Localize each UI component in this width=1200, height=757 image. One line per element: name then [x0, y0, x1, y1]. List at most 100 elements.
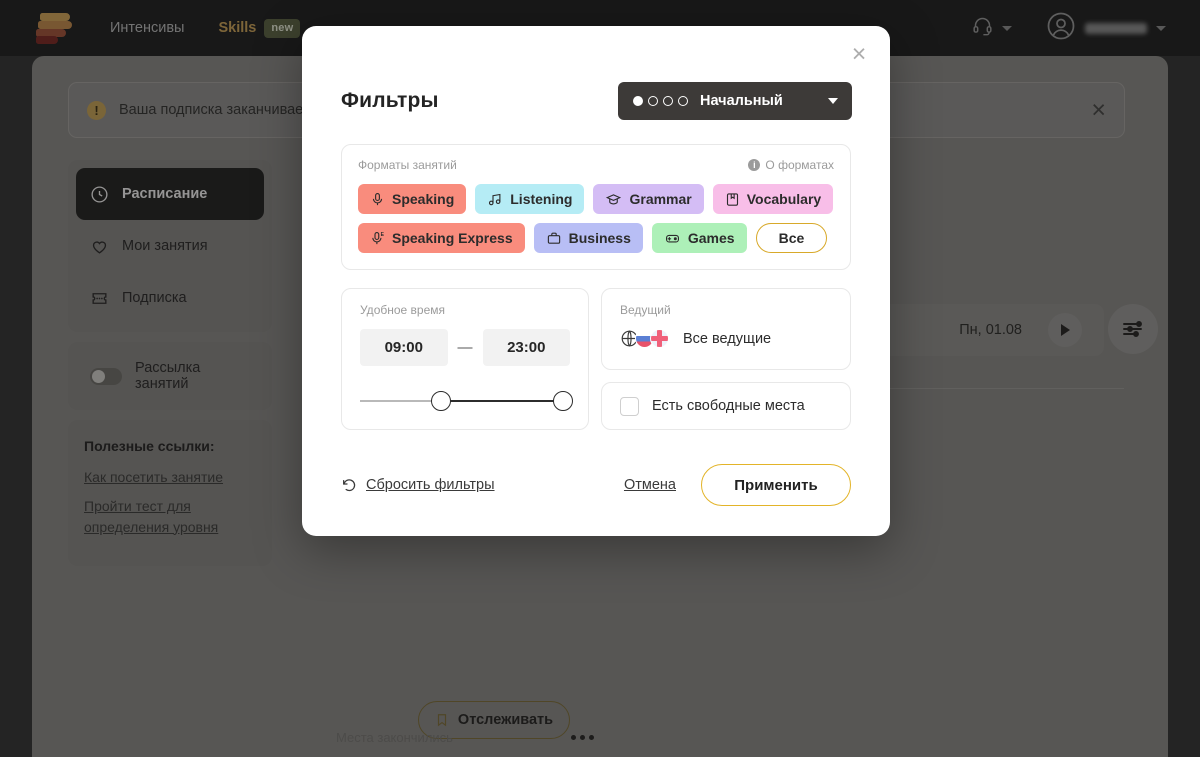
book-icon	[726, 192, 738, 206]
class-card[interactable]: Отслеживать Места закончились	[310, 536, 620, 757]
tag-label: Listening	[510, 191, 573, 207]
formats-panel-header: Форматы занятий i О форматах	[358, 158, 834, 172]
track-button-label: Отслеживать	[457, 712, 554, 728]
chevron-down-icon	[828, 98, 838, 104]
sidebar-item-label: Подписка	[122, 290, 187, 306]
ticket-icon	[92, 292, 107, 304]
topbar-right-group	[972, 11, 1166, 46]
slider-handle-end[interactable]	[553, 391, 574, 411]
open-filters-button[interactable]	[1108, 304, 1158, 354]
format-tag-grammar[interactable]: Grammar	[593, 184, 704, 214]
host-flags-group	[620, 329, 669, 348]
right-column: Ведущий Все ведущие Есть свободные места	[601, 288, 851, 430]
formats-label: Форматы занятий	[358, 158, 457, 172]
support-menu[interactable]	[972, 15, 1012, 41]
link-level-test[interactable]: Пройти тест для определения уровня	[84, 496, 256, 537]
format-tag-speaking[interactable]: Speaking	[358, 184, 467, 214]
sidebar: Расписание Мои занятия Подписка Рассылка…	[68, 160, 272, 566]
seats-status: Места закончились	[336, 730, 453, 745]
useful-links-title: Полезные ссылки:	[84, 438, 215, 454]
microphone-express-icon: E	[372, 231, 385, 244]
class-card-footer: Места закончились	[336, 730, 594, 745]
format-tag-games[interactable]: Games	[651, 223, 747, 253]
sidebar-newsletter-card: Рассылка занятий	[68, 342, 272, 410]
host-row: Все ведущие	[620, 329, 832, 348]
gamepad-icon	[665, 234, 679, 242]
svg-text:E: E	[381, 232, 385, 238]
new-badge: new	[264, 18, 301, 38]
modal-title: Фильтры	[341, 89, 439, 112]
format-tag-all[interactable]: Все	[755, 223, 828, 253]
undo-icon	[343, 479, 356, 492]
time-panel-label: Удобное время	[360, 303, 446, 317]
app-root: Интенсивы Skills new ! Ваша подписка зак…	[0, 0, 1200, 757]
format-tag-vocabulary[interactable]: Vocabulary	[712, 184, 834, 214]
host-panel-label: Ведущий	[620, 303, 671, 317]
time-separator: —	[457, 339, 473, 356]
level-progress-dots	[633, 96, 688, 106]
convenient-time-panel: Удобное время 09:00 — 23:00	[341, 288, 589, 430]
free-seats-checkbox[interactable]	[620, 396, 639, 416]
nav-item-skills[interactable]: Skills new	[218, 18, 301, 38]
nav-skills-label: Skills	[218, 20, 257, 36]
tag-label: Все	[778, 230, 805, 246]
reset-filters-button[interactable]: Сбросить фильтры	[341, 477, 495, 493]
sidebar-item-label: Мои занятия	[122, 238, 208, 254]
chevron-down-icon	[1002, 25, 1012, 31]
footer-actions: Отмена Применить	[624, 464, 851, 506]
toggle-switch[interactable]	[90, 367, 122, 385]
tag-label: Business	[568, 230, 631, 246]
slider-fill	[437, 400, 560, 402]
time-range-slider[interactable]	[360, 391, 574, 411]
time-from-field[interactable]: 09:00	[360, 329, 448, 366]
clock-icon	[91, 185, 108, 203]
modal-header: Фильтры Начальный	[302, 26, 890, 120]
tag-label: Speaking Express	[392, 230, 513, 246]
filters-modal: × Фильтры Начальный Форматы занятий i О …	[302, 26, 890, 536]
about-formats-link[interactable]: i О форматах	[748, 158, 834, 172]
format-tag-speaking-express[interactable]: E Speaking Express	[358, 223, 525, 253]
host-panel[interactable]: Ведущий Все ведущие	[601, 288, 851, 370]
time-to-field[interactable]: 23:00	[482, 329, 570, 366]
newsletter-label: Рассылка занятий	[135, 360, 201, 392]
sidebar-item-label: Расписание	[122, 186, 208, 202]
sliders-icon	[1123, 321, 1142, 337]
graduation-cap-icon	[606, 193, 622, 204]
sidebar-item-my-classes[interactable]: Мои занятия	[76, 220, 264, 272]
user-avatar-icon	[1046, 11, 1076, 46]
info-icon: i	[748, 159, 761, 171]
about-formats-label: О форматах	[765, 158, 834, 172]
formats-row-1: Speaking Listening Grammar Vocabulary	[358, 184, 834, 214]
lower-panels: Удобное время 09:00 — 23:00 Ведущий Все …	[341, 288, 851, 430]
free-seats-label: Есть свободные места	[652, 398, 805, 414]
nav-item-intensives[interactable]: Интенсивы	[110, 20, 184, 36]
format-tag-business[interactable]: Business	[533, 223, 643, 253]
alert-message: Ваша подписка заканчивае	[119, 102, 304, 118]
microphone-icon	[372, 192, 383, 205]
tag-label: Games	[687, 230, 735, 246]
formats-panel: Форматы занятий i О форматах Speaking Li…	[341, 144, 851, 270]
apply-button[interactable]: Применить	[701, 464, 851, 506]
next-day-button[interactable]	[1048, 313, 1082, 347]
formats-row-2: E Speaking Express Business Games Все	[358, 223, 834, 253]
free-seats-panel[interactable]: Есть свободные места	[601, 382, 851, 430]
slider-handle-start[interactable]	[431, 391, 452, 411]
level-name: Начальный	[700, 93, 783, 109]
user-menu[interactable]	[1046, 11, 1166, 46]
cancel-button[interactable]: Отмена	[624, 477, 676, 493]
sidebar-item-subscription[interactable]: Подписка	[76, 272, 264, 324]
reset-filters-label: Сбросить фильтры	[366, 477, 495, 493]
link-how-to-attend[interactable]: Как посетить занятие	[84, 467, 256, 487]
skyeng-stack-logo[interactable]	[36, 13, 72, 44]
modal-close-icon[interactable]: ×	[846, 42, 872, 68]
sidebar-nav-card: Расписание Мои занятия Подписка	[68, 160, 272, 332]
modal-footer: Сбросить фильтры Отмена Применить	[302, 430, 890, 536]
format-tag-listening[interactable]: Listening	[475, 184, 585, 214]
level-select[interactable]: Начальный	[618, 82, 852, 120]
more-dots-icon[interactable]	[571, 735, 594, 740]
close-icon[interactable]: ×	[1091, 97, 1106, 123]
sidebar-item-schedule[interactable]: Расписание	[76, 168, 264, 220]
newsletter-toggle-row[interactable]: Рассылка занятий	[76, 350, 264, 402]
briefcase-icon	[547, 232, 560, 244]
current-date-label: Пн, 01.08	[959, 322, 1022, 338]
